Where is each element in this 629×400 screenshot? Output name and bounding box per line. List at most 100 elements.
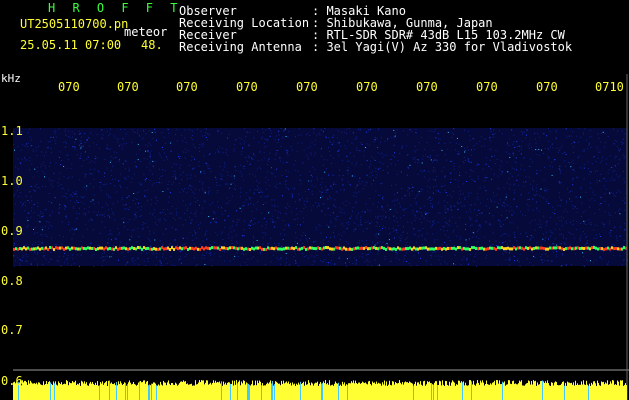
noise-dot — [271, 215, 273, 217]
noise-dot — [66, 217, 67, 219]
noise-dot — [608, 212, 610, 214]
intensity-bar — [570, 383, 571, 400]
noise-dot — [488, 165, 490, 167]
intensity-bar — [591, 382, 592, 400]
carrier-segment — [559, 246, 561, 250]
noise-dot — [358, 212, 359, 214]
noise-dot — [444, 234, 446, 236]
noise-dot — [453, 229, 455, 231]
carrier-segment — [525, 246, 527, 250]
noise-dot — [155, 196, 157, 198]
noise-dot — [489, 223, 491, 225]
noise-dot — [152, 160, 154, 162]
noise-dot — [109, 161, 111, 163]
noise-dot — [80, 153, 82, 155]
noise-dot — [213, 221, 215, 223]
noise-dot — [239, 171, 241, 173]
noise-dot — [29, 128, 30, 130]
intensity-bar — [148, 385, 149, 400]
noise-dot — [27, 220, 29, 221]
noise-dot — [517, 244, 519, 246]
noise-dot — [235, 234, 237, 236]
noise-dot — [488, 207, 490, 209]
noise-dot — [446, 159, 448, 161]
noise-dot — [167, 184, 169, 185]
intensity-bar — [162, 385, 163, 400]
noise-dot — [511, 167, 513, 169]
intensity-bar — [53, 381, 54, 400]
noise-dot — [442, 185, 444, 187]
noise-dot — [28, 202, 30, 204]
noise-dot — [182, 237, 183, 239]
noise-dot — [104, 256, 106, 258]
intensity-bar — [92, 381, 93, 400]
noise-dot — [253, 137, 255, 139]
noise-dot — [253, 192, 255, 194]
noise-dot — [568, 231, 570, 233]
noise-dot — [233, 258, 234, 260]
noise-dot — [498, 130, 500, 132]
noise-dot — [199, 244, 201, 245]
noise-dot — [559, 165, 561, 167]
noise-dot — [350, 184, 351, 186]
noise-dot — [195, 175, 196, 177]
intensity-bar — [420, 381, 421, 400]
noise-dot — [428, 130, 430, 132]
noise-dot — [32, 151, 34, 153]
noise-dot — [252, 173, 254, 175]
noise-dot — [267, 164, 269, 165]
noise-dot — [177, 153, 179, 155]
noise-dot — [241, 138, 243, 140]
noise-dot — [547, 148, 549, 150]
noise-dot — [314, 154, 316, 156]
noise-dot — [21, 205, 23, 207]
intensity-bar — [219, 381, 220, 400]
carrier-segment — [241, 246, 243, 250]
noise-dot — [619, 208, 621, 210]
noise-dot — [50, 179, 52, 181]
noise-dot — [48, 193, 50, 194]
noise-dot — [70, 195, 72, 197]
noise-dot — [196, 128, 198, 130]
noise-dot — [561, 216, 562, 218]
noise-dot — [333, 141, 335, 143]
noise-dot — [449, 194, 451, 196]
noise-dot — [565, 165, 567, 167]
noise-dot — [158, 178, 160, 180]
intensity-bar — [117, 385, 118, 400]
y-axis-unit: kHz — [1, 72, 21, 85]
noise-dot — [31, 243, 33, 245]
intensity-bar — [528, 380, 529, 400]
noise-dot — [15, 166, 17, 168]
noise-dot — [107, 195, 109, 196]
noise-dot — [14, 149, 15, 151]
noise-dot — [623, 223, 625, 225]
noise-dot — [327, 207, 329, 209]
intensity-bar — [285, 382, 286, 400]
noise-dot — [231, 236, 233, 238]
noise-dot — [329, 214, 331, 216]
noise-dot — [137, 258, 139, 259]
noise-dot — [616, 145, 618, 147]
noise-dot — [614, 179, 616, 181]
noise-dot — [265, 202, 267, 204]
noise-dot — [262, 232, 264, 234]
noise-dot — [585, 220, 587, 222]
noise-dot — [282, 195, 283, 197]
noise-dot — [533, 180, 534, 182]
noise-dot — [152, 214, 154, 216]
noise-dot — [42, 255, 44, 257]
carrier-segment — [197, 247, 199, 251]
noise-dot — [443, 200, 445, 202]
intensity-bar — [468, 385, 469, 400]
noise-dot — [36, 232, 38, 233]
noise-dot — [572, 208, 574, 210]
carrier-segment — [605, 247, 607, 251]
intensity-bar — [144, 380, 145, 400]
noise-dot — [359, 177, 361, 179]
noise-dot — [360, 216, 362, 218]
carrier-segment — [569, 246, 571, 250]
intensity-bar — [337, 383, 338, 400]
noise-dot — [610, 230, 612, 231]
noise-dot — [135, 166, 137, 167]
